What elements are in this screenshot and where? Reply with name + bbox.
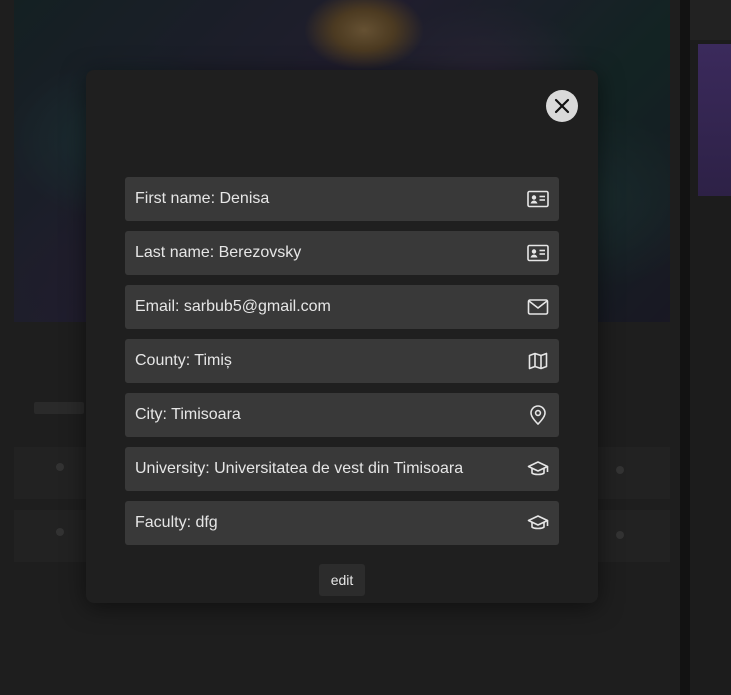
faculty-text: Faculty: dfg: [135, 514, 218, 531]
background-row-icon: [56, 463, 64, 471]
background-side-tab: [690, 0, 731, 40]
graduation-cap-icon: [527, 458, 549, 480]
first-name-text: First name: Denisa: [135, 190, 270, 207]
background-section-label: [34, 402, 84, 414]
location-pin-icon: [527, 404, 549, 426]
background-row-icon: [616, 466, 624, 474]
edit-button[interactable]: edit: [319, 564, 365, 596]
id-card-icon: [527, 242, 549, 264]
university-text: University: Universitatea de vest din Ti…: [135, 460, 464, 477]
background-divider: [680, 0, 690, 695]
close-icon: [554, 98, 570, 114]
graduation-cap-icon: [527, 512, 549, 534]
background-row-icon: [616, 531, 624, 539]
first-name-field[interactable]: First name: Denisa: [125, 177, 559, 221]
faculty-field[interactable]: Faculty: dfg: [125, 501, 559, 545]
profile-modal: First name: Denisa Last name: Berezovsky…: [86, 70, 598, 603]
email-field[interactable]: Email: sarbub5@gmail.com: [125, 285, 559, 329]
profile-fields: First name: Denisa Last name: Berezovsky…: [125, 177, 559, 555]
background-row-icon: [56, 528, 64, 536]
county-text: County: Timiș: [135, 352, 232, 369]
map-icon: [527, 350, 549, 372]
university-field[interactable]: University: Universitatea de vest din Ti…: [125, 447, 559, 491]
county-field[interactable]: County: Timiș: [125, 339, 559, 383]
city-field[interactable]: City: Timisoara: [125, 393, 559, 437]
email-text: Email: sarbub5@gmail.com: [135, 298, 331, 315]
close-button[interactable]: [546, 90, 578, 122]
last-name-field[interactable]: Last name: Berezovsky: [125, 231, 559, 275]
background-side-image: [698, 44, 731, 196]
city-text: City: Timisoara: [135, 406, 241, 423]
last-name-text: Last name: Berezovsky: [135, 244, 302, 261]
id-card-icon: [527, 188, 549, 210]
mail-icon: [527, 296, 549, 318]
